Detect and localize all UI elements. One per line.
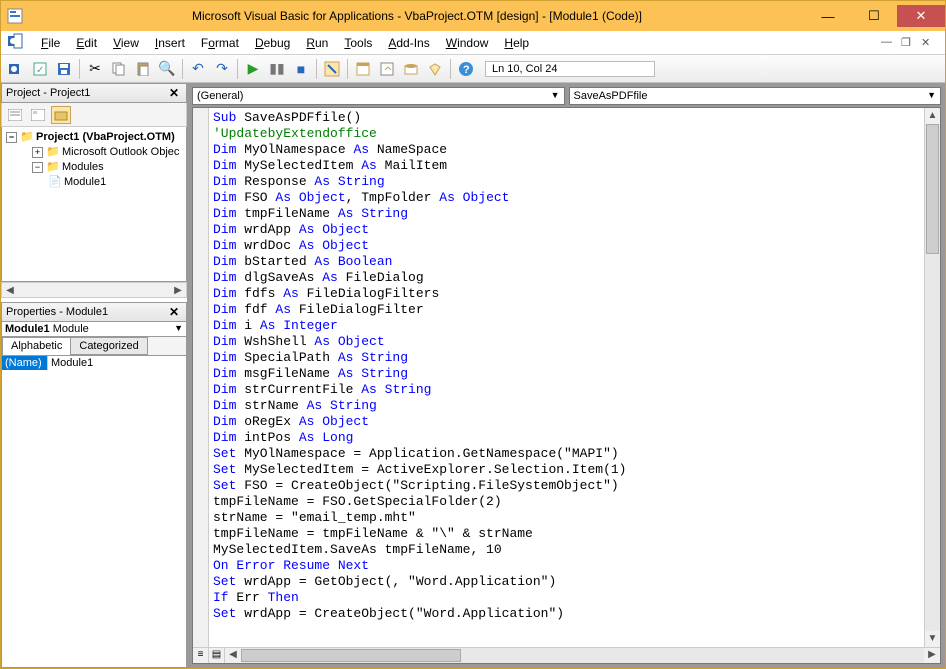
project-hscroll[interactable]: ◀▶ <box>1 282 187 298</box>
hscroll-thumb[interactable] <box>241 649 461 662</box>
paste-icon[interactable] <box>132 58 154 80</box>
project-explorer-pane: Project - Project1 ✕ −📁Project1 (VbaProj… <box>1 83 187 298</box>
close-button[interactable]: ✕ <box>897 5 945 27</box>
svg-text:✓: ✓ <box>36 65 44 76</box>
find-icon[interactable]: 🔍 <box>156 58 178 80</box>
copy-icon[interactable] <box>108 58 130 80</box>
help-icon[interactable]: ? <box>455 58 477 80</box>
insert-module-icon[interactable]: ✓ <box>29 58 51 80</box>
run-icon[interactable]: ▶ <box>242 58 264 80</box>
reset-icon[interactable]: ■ <box>290 58 312 80</box>
property-row[interactable]: (Name) Module1 <box>2 356 186 370</box>
save-icon[interactable] <box>53 58 75 80</box>
menu-edit[interactable]: Edit <box>68 34 105 52</box>
mdi-minimize-button[interactable]: — <box>881 36 895 50</box>
svg-text:?: ? <box>463 64 470 76</box>
menu-view[interactable]: View <box>105 34 147 52</box>
tab-alphabetic[interactable]: Alphabetic <box>2 337 71 355</box>
vscroll-thumb[interactable] <box>926 124 939 254</box>
properties-pane-title: Properties - Module1 ✕ <box>1 302 187 322</box>
menu-tools[interactable]: Tools <box>336 34 380 52</box>
menu-help[interactable]: Help <box>496 34 537 52</box>
properties-pane-title-text: Properties - Module1 <box>6 306 108 318</box>
full-module-view-icon[interactable]: ▤ <box>209 648 225 663</box>
menu-format[interactable]: Format <box>193 34 247 52</box>
redo-icon[interactable]: ↷ <box>211 58 233 80</box>
tab-categorized[interactable]: Categorized <box>70 337 147 355</box>
tree-project-node[interactable]: −📁Project1 (VbaProject.OTM) <box>4 129 184 144</box>
maximize-button[interactable]: ☐ <box>851 5 897 27</box>
mdi-restore-button[interactable]: ❐ <box>901 36 915 50</box>
view-code-icon[interactable] <box>5 106 25 124</box>
project-pane-title: Project - Project1 ✕ <box>1 83 187 103</box>
window-title: Microsoft Visual Basic for Applications … <box>29 9 805 23</box>
tree-modules-node[interactable]: −📁Modules <box>4 159 184 174</box>
properties-tabs: Alphabetic Categorized <box>1 337 187 355</box>
code-window: (General)▼ SaveAsPDFfile▼ Sub SaveAsPDFf… <box>188 83 945 668</box>
menu-insert[interactable]: Insert <box>147 34 193 52</box>
properties-window-icon[interactable] <box>376 58 398 80</box>
title-bar: Microsoft Visual Basic for Applications … <box>1 1 945 31</box>
toggle-folders-icon[interactable] <box>51 106 71 124</box>
tree-outlook-objects-node[interactable]: +📁Microsoft Outlook Objec <box>4 144 184 159</box>
menu-file[interactable]: File <box>33 34 68 52</box>
project-toolbar <box>1 103 187 127</box>
mdi-close-button[interactable]: ✕ <box>921 36 935 50</box>
horizontal-scrollbar[interactable]: ≡ ▤ ◀ ▶ <box>193 647 940 663</box>
property-value[interactable]: Module1 <box>48 356 186 370</box>
object-browser-icon[interactable] <box>400 58 422 80</box>
cut-icon[interactable]: ✂ <box>84 58 106 80</box>
code-editor[interactable]: Sub SaveAsPDFfile() 'UpdatebyExtendoffic… <box>209 108 924 647</box>
toolbar: ✓ ✂ 🔍 ↶ ↷ ▶ ▮▮ ■ ? Ln 10, Col 24 <box>1 55 945 83</box>
project-explorer-icon[interactable] <box>352 58 374 80</box>
properties-object-selector[interactable]: Module1 Module ▼ <box>1 322 187 337</box>
minimize-button[interactable]: — <box>805 5 851 27</box>
undo-icon[interactable]: ↶ <box>187 58 209 80</box>
view-outlook-icon[interactable] <box>5 58 27 80</box>
tree-module1-node[interactable]: 📄Module1 <box>4 174 184 189</box>
properties-pane: Properties - Module1 ✕ Module1 Module ▼ … <box>1 302 187 668</box>
toolbox-icon[interactable] <box>424 58 446 80</box>
menu-bar: File Edit View Insert Format Debug Run T… <box>1 31 945 55</box>
project-pane-title-text: Project - Project1 <box>6 87 90 99</box>
property-name: (Name) <box>2 356 48 370</box>
properties-grid[interactable]: (Name) Module1 <box>1 355 187 668</box>
vertical-scrollbar[interactable]: ▲ ▼ <box>924 108 940 647</box>
menu-run[interactable]: Run <box>298 34 336 52</box>
properties-pane-close-button[interactable]: ✕ <box>166 305 182 319</box>
code-margin <box>193 108 209 647</box>
cursor-position: Ln 10, Col 24 <box>485 61 655 77</box>
app-icon <box>7 8 23 24</box>
menu-debug[interactable]: Debug <box>247 34 298 52</box>
break-icon[interactable]: ▮▮ <box>266 58 288 80</box>
project-pane-close-button[interactable]: ✕ <box>166 86 182 100</box>
menu-addins[interactable]: Add-Ins <box>380 34 437 52</box>
design-mode-icon[interactable] <box>321 58 343 80</box>
procedure-view-icon[interactable]: ≡ <box>193 648 209 663</box>
project-tree[interactable]: −📁Project1 (VbaProject.OTM) +📁Microsoft … <box>1 127 187 282</box>
procedure-dropdown[interactable]: SaveAsPDFfile▼ <box>569 87 942 105</box>
view-object-icon[interactable] <box>28 106 48 124</box>
object-dropdown[interactable]: (General)▼ <box>192 87 565 105</box>
menu-window[interactable]: Window <box>438 34 497 52</box>
outlook-icon <box>7 33 27 52</box>
